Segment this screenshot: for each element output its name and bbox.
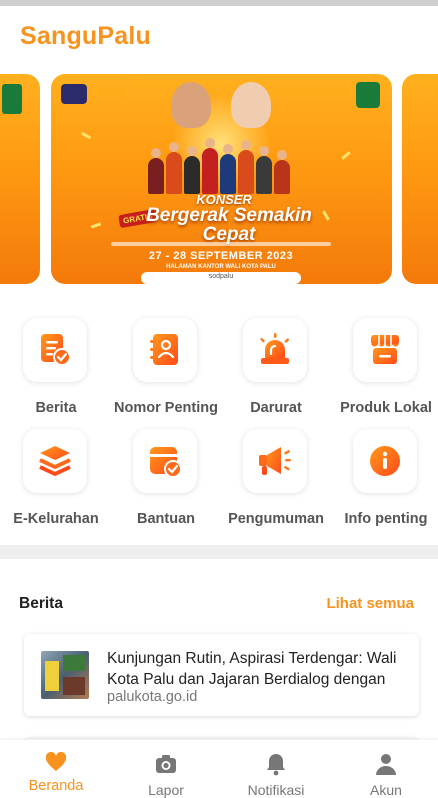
menu-icon-container xyxy=(353,318,417,382)
person-icon xyxy=(376,754,396,775)
banner-subtitle-line xyxy=(111,242,331,246)
news-thumbnail xyxy=(41,651,89,699)
menu-item-e-kelurahan[interactable]: E-Kelurahan xyxy=(1,407,111,527)
banner-venue: HALAMAN KANTOR WALI KOTA PALU xyxy=(166,264,276,270)
banner-date: 27 - 28 SEPTEMBER 2023 xyxy=(148,250,294,262)
menu-item-info-penting[interactable]: Info penting xyxy=(331,407,438,527)
menu-icon-container xyxy=(243,429,307,493)
nav-tab-notifikasi[interactable]: Notifikasi xyxy=(221,740,331,798)
confetti xyxy=(341,151,351,160)
info-icon xyxy=(370,446,400,476)
menu-icon-container xyxy=(23,318,87,382)
carousel-page-indicator xyxy=(216,288,224,296)
banner-slide-previous[interactable] xyxy=(0,74,40,284)
calendar-check-icon xyxy=(150,447,182,478)
news-source: palukota.go.id xyxy=(107,689,198,705)
menu-item-produk-lokal[interactable]: Produk Lokal xyxy=(331,296,438,416)
nav-tab-beranda[interactable]: Beranda xyxy=(1,740,111,798)
menu-icon-container xyxy=(133,429,197,493)
menu-item-darurat[interactable]: Darurat xyxy=(221,296,331,416)
banner-logo-right xyxy=(356,82,380,108)
banner-headline: Bergerak Semakin Cepat xyxy=(146,205,312,245)
bottom-navigation: Beranda Lapor Notifikasi Akun xyxy=(0,740,438,798)
siren-icon xyxy=(260,333,289,364)
menu-icon-container xyxy=(353,429,417,493)
camera-icon xyxy=(156,755,176,773)
banner-logo-left xyxy=(61,84,87,104)
menu-item-pengumuman[interactable]: Pengumuman xyxy=(221,407,331,527)
banner-sponsor-bar: sodpalu xyxy=(141,272,301,284)
contact-book-icon xyxy=(150,334,178,365)
news-card[interactable]: Kunjungan Rutin, Aspirasi Terdengar: Wal… xyxy=(24,634,419,716)
confetti xyxy=(90,222,102,229)
shop-icon xyxy=(371,335,399,364)
banner-slide-next[interactable] xyxy=(402,74,438,284)
banner-slide-current[interactable]: KONSER GRATIS Bergerak Semakin Cepat 27 … xyxy=(51,74,392,284)
heart-icon xyxy=(45,751,67,771)
menu-label: Info penting xyxy=(344,511,428,527)
nav-label: Akun xyxy=(370,782,402,798)
menu-item-berita[interactable]: Berita xyxy=(1,296,111,416)
nav-tab-lapor[interactable]: Lapor xyxy=(111,740,221,798)
menu-icon-container xyxy=(133,318,197,382)
app-title: SanguPalu xyxy=(20,22,151,50)
service-menu-grid: Berita Nomor Penting Darurat Produk Loka… xyxy=(0,296,438,542)
menu-item-nomor-penting[interactable]: Nomor Penting xyxy=(111,296,221,416)
nav-label: Beranda xyxy=(28,778,84,794)
menu-icon-container xyxy=(243,318,307,382)
see-all-news-link[interactable]: Lihat semua xyxy=(326,595,414,612)
banner-performers-group xyxy=(146,134,296,194)
nav-label: Notifikasi xyxy=(247,782,305,798)
news-section: Berita Lihat semua Kunjungan Rutin, Aspi… xyxy=(0,559,438,759)
banner-sponsor: sodpalu xyxy=(208,273,234,280)
banner-performer xyxy=(231,82,271,128)
bell-icon xyxy=(267,754,285,776)
app-bar: SanguPalu xyxy=(0,6,438,60)
document-check-icon xyxy=(41,334,71,366)
banner-performer xyxy=(171,82,211,128)
news-title: Kunjungan Rutin, Aspirasi Terdengar: Wal… xyxy=(107,650,397,688)
nav-tab-akun[interactable]: Akun xyxy=(331,740,438,798)
banner-carousel[interactable]: KONSER GRATIS Bergerak Semakin Cepat 27 … xyxy=(0,60,438,296)
menu-icon-container xyxy=(23,429,87,493)
confetti xyxy=(80,131,92,140)
section-divider xyxy=(0,545,438,559)
menu-item-bantuan[interactable]: Bantuan xyxy=(111,407,221,527)
megaphone-icon xyxy=(259,447,291,475)
nav-label: Lapor xyxy=(148,782,184,798)
news-section-title: Berita xyxy=(19,595,63,612)
layers-icon xyxy=(39,446,71,476)
